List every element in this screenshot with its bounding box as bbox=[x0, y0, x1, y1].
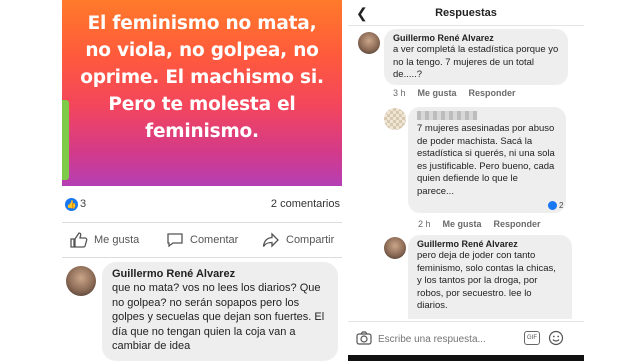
comment-bubble[interactable]: Guillermo René Alvarez que no mata? vos … bbox=[102, 262, 338, 361]
comment-author[interactable]: Guillermo René Alvarez bbox=[417, 239, 563, 249]
like-count: 3 bbox=[80, 198, 87, 210]
like-reaction-icon bbox=[548, 201, 557, 210]
comment-time: 3 h bbox=[393, 88, 406, 98]
divider bbox=[62, 222, 342, 223]
quote-line: no viola, no golpea, no bbox=[85, 40, 319, 61]
comment-bubble[interactable]: Guillermo René Alvarez a ver completá la… bbox=[384, 29, 568, 85]
post-image[interactable]: El feminismo no mata, no viola, no golpe… bbox=[62, 0, 342, 186]
replies-panel: ❮ Respuestas Guillermo René Alvarez a ve… bbox=[348, 0, 584, 361]
comment-text: que no mata? vos no lees los diarios? Qu… bbox=[112, 282, 325, 352]
reactions-bar[interactable]: 👍 3 2 comentarios bbox=[62, 194, 342, 216]
post-quote: El feminismo no mata, no viola, no golpe… bbox=[62, 10, 342, 145]
like-label: Me gusta bbox=[94, 234, 140, 246]
side-tab bbox=[62, 100, 69, 180]
quote-line: feminismo. bbox=[145, 121, 259, 142]
reply-link[interactable]: Responder bbox=[469, 88, 516, 98]
gif-button[interactable]: GIF bbox=[524, 331, 540, 345]
system-nav-bar bbox=[348, 355, 584, 361]
comment-time: 2 h bbox=[418, 219, 431, 229]
quote-line: Pero te molesta el bbox=[108, 94, 296, 115]
like-link[interactable]: Me gusta bbox=[443, 219, 482, 229]
comment-item: Guillermo René Alvarez que no mata? vos … bbox=[62, 262, 342, 361]
comment-bubble[interactable]: Guillermo René Alvarez pero deja de jode… bbox=[408, 235, 572, 319]
screenshot-root: El feminismo no mata, no viola, no golpe… bbox=[0, 0, 642, 361]
page-title: Respuestas bbox=[435, 7, 497, 19]
reply-link[interactable]: Responder bbox=[494, 219, 541, 229]
comment-meta: 3 h Me gusta Responder bbox=[393, 88, 516, 98]
camera-icon[interactable] bbox=[356, 331, 372, 345]
comment-button[interactable]: Comentar bbox=[166, 232, 238, 248]
avatar[interactable] bbox=[358, 32, 380, 54]
comment-author[interactable]: Guillermo René Alvarez bbox=[112, 268, 328, 280]
comment-bubble[interactable]: 7 mujeres asesinadas por abuso de poder … bbox=[408, 107, 566, 213]
comment-icon bbox=[167, 233, 183, 248]
share-icon bbox=[262, 232, 279, 248]
comment-label: Comentar bbox=[190, 234, 239, 246]
replies-header: ❮ Respuestas bbox=[348, 0, 584, 26]
comment-author-blurred[interactable] bbox=[417, 111, 557, 122]
comment-author[interactable]: Guillermo René Alvarez bbox=[393, 33, 559, 43]
share-button[interactable]: Compartir bbox=[262, 232, 334, 248]
emoji-icon[interactable] bbox=[548, 330, 564, 346]
avatar[interactable] bbox=[384, 237, 406, 259]
thumbs-up-icon bbox=[70, 232, 88, 248]
like-reaction-icon: 👍 bbox=[65, 198, 78, 211]
blurred-avatar[interactable] bbox=[384, 108, 406, 130]
like-link[interactable]: Me gusta bbox=[418, 88, 457, 98]
reply-input[interactable] bbox=[378, 329, 546, 349]
quote-line: El feminismo no mata, bbox=[87, 13, 317, 34]
comment-text: 7 mujeres asesinadas por abuso de poder … bbox=[417, 123, 555, 197]
comments-count[interactable]: 2 comentarios bbox=[271, 198, 340, 210]
reply-composer: GIF bbox=[348, 321, 584, 355]
facebook-post: El feminismo no mata, no viola, no golpe… bbox=[62, 0, 342, 361]
share-label: Compartir bbox=[286, 234, 335, 246]
avatar[interactable] bbox=[66, 266, 96, 296]
like-button[interactable]: Me gusta bbox=[70, 232, 139, 248]
quote-line: oprime. El machismo si. bbox=[80, 67, 324, 88]
reaction-summary[interactable]: 2 bbox=[548, 201, 563, 210]
divider bbox=[62, 257, 342, 258]
comment-text: a ver completá la estadística porque yo … bbox=[393, 44, 559, 80]
comment-meta: 2 h Me gusta Responder bbox=[418, 219, 541, 229]
comment-text: pero deja de joder con tanto feminismo, … bbox=[417, 250, 556, 311]
blurred-name bbox=[417, 111, 477, 120]
reaction-count: 2 bbox=[559, 201, 564, 210]
post-actions: Me gusta Comentar Compartir bbox=[62, 229, 342, 253]
